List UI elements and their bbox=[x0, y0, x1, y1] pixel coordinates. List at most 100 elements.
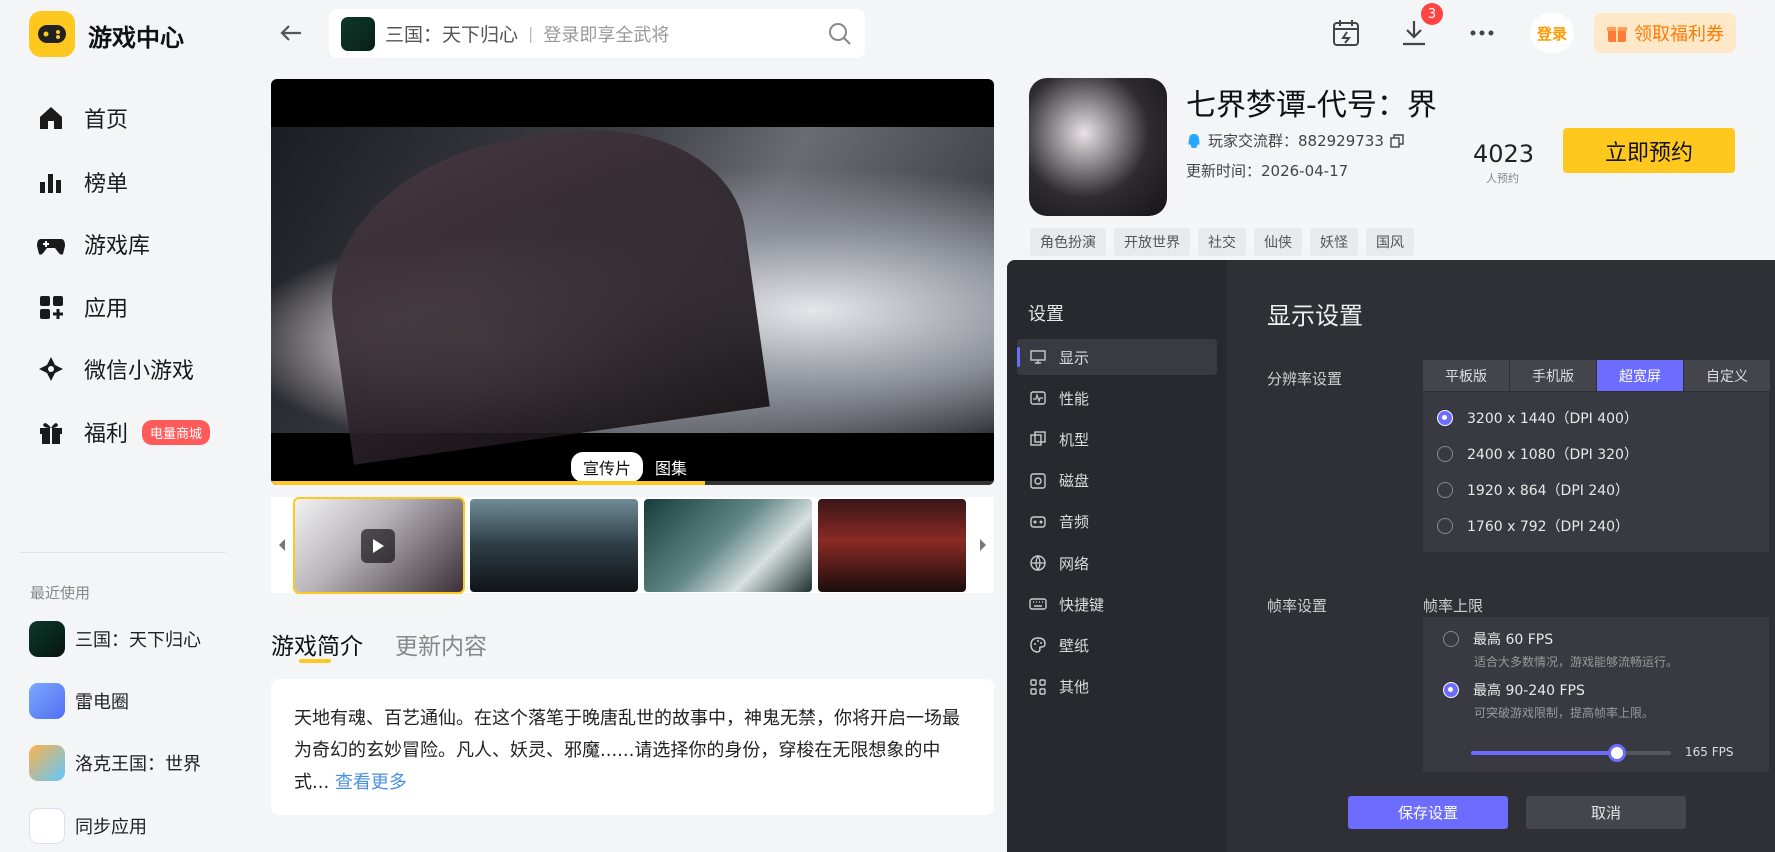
video-scene bbox=[312, 109, 770, 465]
nav-item-game-library[interactable]: 游戏库 bbox=[36, 224, 150, 264]
settings-menu-label: 磁盘 bbox=[1059, 472, 1090, 491]
cancel-button[interactable]: 取消 bbox=[1526, 796, 1686, 829]
thumbnail-image[interactable] bbox=[818, 499, 966, 592]
back-button[interactable] bbox=[276, 18, 306, 48]
more-icon[interactable] bbox=[1466, 17, 1498, 49]
fps-option[interactable]: 最高 60 FPS 适合大多数情况，游戏能够流畅运行。 bbox=[1423, 629, 1769, 670]
ranking-icon bbox=[36, 167, 66, 197]
nav-item-ranking[interactable]: 榜单 bbox=[36, 162, 128, 202]
recent-item-sync[interactable]: 同步应用 bbox=[29, 807, 147, 845]
game-tag[interactable]: 国风 bbox=[1366, 228, 1414, 256]
resolution-option[interactable]: 1920 x 864（DPI 240） bbox=[1423, 472, 1769, 508]
fps-option-desc: 适合大多数情况，游戏能够流畅运行。 bbox=[1474, 655, 1679, 669]
settings-menu-item[interactable]: 快捷键 bbox=[1017, 586, 1217, 622]
resolution-text: 1760 x 792（DPI 240） bbox=[1467, 519, 1630, 535]
radio-button[interactable] bbox=[1443, 631, 1459, 647]
login-button[interactable]: 登录 bbox=[1530, 13, 1574, 53]
settings-menu-item[interactable]: 其他 bbox=[1017, 669, 1217, 705]
recent-item-label: 三国：天下归心 bbox=[75, 630, 201, 651]
calendar-icon[interactable] bbox=[1330, 17, 1362, 49]
video-frame bbox=[271, 109, 994, 465]
nav-item-home[interactable]: 首页 bbox=[36, 98, 128, 138]
recent-title: 最近使用 bbox=[30, 584, 91, 602]
app-title: 游戏中心 bbox=[88, 24, 184, 52]
resolution-option[interactable]: 2400 x 1080（DPI 320） bbox=[1423, 436, 1769, 472]
game-tag[interactable]: 开放世界 bbox=[1114, 228, 1190, 256]
media-tabs: 宣传片 图集 bbox=[571, 452, 699, 482]
nav-item-welfare[interactable]: 福利 电量商城 bbox=[36, 412, 211, 452]
radio-button[interactable] bbox=[1437, 410, 1453, 426]
update-date: 更新时间：2026-04-17 bbox=[1186, 162, 1349, 180]
search-bar[interactable]: 三国：天下归心 | 登录即享全武将 bbox=[329, 9, 865, 58]
settings-menu-item[interactable]: 机型 bbox=[1017, 421, 1217, 457]
search-icon[interactable] bbox=[827, 21, 853, 47]
store-badge: 电量商城 bbox=[142, 419, 211, 445]
resolution-text: 2400 x 1080（DPI 320） bbox=[1467, 447, 1638, 463]
nav-item-mini-games[interactable]: 微信小游戏 bbox=[36, 349, 194, 389]
fps-slider-knob[interactable] bbox=[1608, 744, 1626, 762]
reserve-button[interactable]: 立即预约 bbox=[1563, 128, 1735, 173]
recent-item-sanguo[interactable]: 三国：天下归心 bbox=[29, 620, 201, 658]
qq-icon bbox=[1188, 133, 1200, 148]
mode-option[interactable]: 手机版 bbox=[1510, 360, 1596, 391]
fps-slider[interactable] bbox=[1471, 744, 1671, 762]
settings-menu-item[interactable]: 显示 bbox=[1017, 339, 1217, 375]
more-grid-icon bbox=[1029, 678, 1047, 696]
settings-menu-item[interactable]: 性能 bbox=[1017, 380, 1217, 416]
video-player[interactable]: 宣传片 图集 bbox=[271, 79, 994, 485]
tab-trailer[interactable]: 宣传片 bbox=[571, 452, 644, 482]
settings-menu-label: 网络 bbox=[1059, 554, 1090, 573]
thumbnail-image[interactable] bbox=[644, 499, 812, 592]
device-icon bbox=[1029, 430, 1047, 448]
fps-option[interactable]: 最高 90-240 FPS 可突破游戏限制，提高帧率上限。 bbox=[1423, 680, 1769, 721]
audio-icon bbox=[1029, 513, 1047, 531]
reserve-count: 4023 bbox=[1473, 140, 1535, 168]
settings-menu-label: 其他 bbox=[1059, 678, 1090, 697]
resolution-option[interactable]: 3200 x 1440（DPI 400） bbox=[1423, 400, 1769, 436]
recent-item-roco[interactable]: 洛克王国：世界 bbox=[29, 744, 201, 782]
recent-item-leidian[interactable]: 雷电圈 bbox=[29, 682, 129, 720]
settings-menu-label: 显示 bbox=[1059, 348, 1090, 367]
video-progress[interactable] bbox=[271, 481, 994, 485]
radio-button[interactable] bbox=[1437, 518, 1453, 534]
coupon-button[interactable]: 领取福利券 bbox=[1594, 13, 1736, 53]
disk-icon bbox=[1029, 472, 1047, 490]
radio-button[interactable] bbox=[1437, 446, 1453, 462]
see-more-link[interactable]: 查看更多 bbox=[335, 772, 407, 793]
save-button[interactable]: 保存设置 bbox=[1348, 796, 1508, 829]
search-separator: | bbox=[528, 24, 534, 43]
settings-menu-item[interactable]: 音频 bbox=[1017, 504, 1217, 540]
settings-menu-label: 快捷键 bbox=[1059, 595, 1105, 614]
download-count-badge: 3 bbox=[1421, 3, 1443, 25]
settings-menu-item[interactable]: 壁纸 bbox=[1017, 627, 1217, 663]
game-tag[interactable]: 角色扮演 bbox=[1030, 228, 1106, 256]
mode-option[interactable]: 自定义 bbox=[1684, 360, 1770, 391]
radio-button[interactable] bbox=[1437, 482, 1453, 498]
radio-button[interactable] bbox=[1443, 682, 1459, 698]
tab-update[interactable]: 更新内容 bbox=[395, 627, 487, 661]
video-progress-fill bbox=[271, 481, 705, 485]
game-tag[interactable]: 仙侠 bbox=[1254, 228, 1302, 256]
search-placeholder: 登录即享全武将 bbox=[543, 24, 670, 46]
tab-gallery[interactable]: 图集 bbox=[643, 452, 699, 482]
settings-menu-item[interactable]: 磁盘 bbox=[1017, 463, 1217, 499]
mode-option[interactable]: 超宽屏 bbox=[1597, 360, 1683, 391]
game-thumbnail bbox=[29, 621, 65, 657]
game-tag[interactable]: 社交 bbox=[1198, 228, 1246, 256]
tab-intro[interactable]: 游戏简介 bbox=[271, 627, 363, 661]
chevron-left-icon[interactable] bbox=[275, 533, 289, 557]
resolution-option[interactable]: 1760 x 792（DPI 240） bbox=[1423, 508, 1769, 544]
fps-label: 帧率设置 bbox=[1267, 597, 1328, 615]
game-tag[interactable]: 妖怪 bbox=[1310, 228, 1358, 256]
fps-options: 最高 60 FPS 适合大多数情况，游戏能够流畅运行。 最高 90-240 FPS 可… bbox=[1423, 617, 1769, 772]
resolution-label: 分辨率设置 bbox=[1267, 370, 1343, 388]
chevron-right-icon[interactable] bbox=[976, 533, 990, 557]
mode-segmented-control: 平板版 手机版 超宽屏 自定义 bbox=[1423, 360, 1771, 391]
nav-item-apps[interactable]: 应用 bbox=[36, 287, 128, 327]
thumbnail-image[interactable] bbox=[470, 499, 638, 592]
copy-icon[interactable] bbox=[1390, 133, 1404, 148]
settings-menu-item[interactable]: 网络 bbox=[1017, 545, 1217, 581]
mode-option[interactable]: 平板版 bbox=[1423, 360, 1509, 391]
thumbnail-video[interactable] bbox=[293, 497, 465, 594]
nav-label: 福利 bbox=[84, 422, 129, 447]
